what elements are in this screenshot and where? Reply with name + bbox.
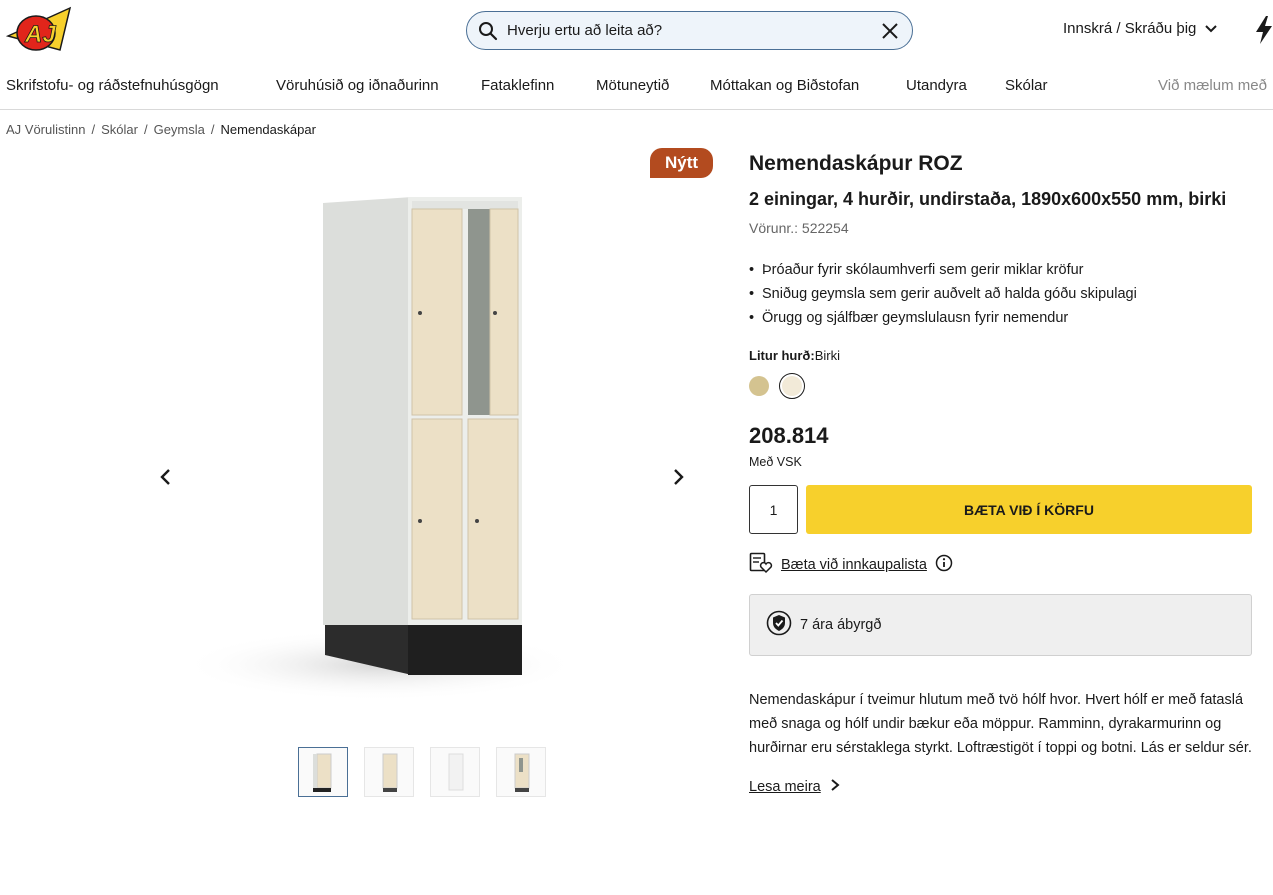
thumbnail-2[interactable] — [364, 747, 414, 797]
nav-item-recommended[interactable]: Við mælum með — [1158, 77, 1267, 94]
feature-item: Sniðug geymsla sem gerir auðvelt að hald… — [749, 282, 1252, 306]
product-price: 208.814 — [749, 423, 829, 448]
svg-text:AJ: AJ — [24, 21, 56, 48]
thumbnail-1[interactable] — [298, 747, 348, 797]
nav-item-office[interactable]: Skrifstofu- og ráðstefnuhúsgögn — [6, 77, 219, 94]
chevron-right-icon[interactable] — [829, 778, 841, 796]
login-menu[interactable]: Innskrá / Skráðu þig — [1063, 20, 1218, 37]
login-label[interactable]: Innskrá / Skráðu þig — [1063, 20, 1196, 37]
thumbnail-strip — [298, 747, 546, 797]
breadcrumb-link[interactable]: Geymsla — [154, 122, 205, 137]
list-heart-icon[interactable] — [749, 552, 773, 578]
vat-note: Með VSK — [749, 455, 802, 469]
chevron-right-icon[interactable] — [668, 467, 688, 487]
shield-check-icon — [766, 610, 792, 640]
breadcrumb: AJ Vörulistinn / Skólar / Geymsla / Neme… — [6, 122, 316, 137]
feature-item: Þróaður fyrir skólaumhverfi sem gerir mi… — [749, 258, 1252, 282]
breadcrumb-separator: / — [91, 122, 96, 137]
color-label: Litur hurð: — [749, 348, 815, 363]
add-to-list-row: Bæta við innkaupalista — [749, 552, 1252, 578]
search-bar[interactable]: Hverju ertu að leita að? — [466, 11, 913, 50]
main-nav: Skrifstofu- og ráðstefnuhúsgögn Vöruhúsi… — [0, 62, 1273, 110]
read-more-link[interactable]: Lesa meira — [749, 778, 1252, 796]
color-swatches — [749, 373, 1252, 399]
nav-item-reception[interactable]: Móttakan og Biðstofan — [710, 77, 859, 94]
thumbnail-3[interactable] — [430, 747, 480, 797]
add-to-cart-button[interactable]: BÆTA VIÐ Í KÖRFU — [806, 485, 1252, 534]
product-image[interactable] — [150, 145, 720, 737]
clear-search-icon[interactable] — [880, 21, 900, 41]
product-info: Nemendaskápur ROZ 2 einingar, 4 hurðir, … — [749, 152, 1252, 796]
nav-item-outdoor[interactable]: Utandyra — [906, 77, 967, 94]
search-icon[interactable] — [478, 21, 498, 41]
search-input[interactable]: Hverju ertu að leita að? — [507, 22, 662, 39]
feature-list: Þróaður fyrir skólaumhverfi sem gerir mi… — [749, 258, 1252, 330]
product-title: Nemendaskápur ROZ — [749, 152, 963, 175]
chevron-left-icon[interactable] — [156, 467, 176, 487]
feature-item: Örugg og sjálfbær geymslulausn fyrir nem… — [749, 306, 1252, 330]
warranty-text: 7 ára ábyrgð — [800, 617, 882, 633]
breadcrumb-current: Nemendaskápar — [220, 122, 316, 137]
new-badge: Nýtt — [650, 148, 713, 178]
header: AJ Hverju ertu að leita að? Innskrá / Sk… — [0, 0, 1273, 62]
product-sku: Vörunr.: 522254 — [749, 220, 849, 236]
breadcrumb-separator: / — [210, 122, 215, 137]
product-subtitle: 2 einingar, 4 hurðir, undirstaða, 1890x6… — [749, 189, 1227, 209]
nav-item-schools[interactable]: Skólar — [1005, 77, 1048, 94]
nav-item-canteen[interactable]: Mötuneytið — [596, 77, 669, 94]
color-value: Birki — [814, 348, 840, 363]
add-to-list-link[interactable]: Bæta við innkaupalista — [781, 557, 927, 573]
lightning-icon[interactable] — [1256, 16, 1272, 44]
color-selector-label: Litur hurð:Birki — [749, 348, 1252, 363]
chevron-down-icon[interactable] — [1204, 22, 1218, 36]
aj-logo[interactable]: AJ — [5, 6, 72, 54]
warranty-box: 7 ára ábyrgð — [749, 594, 1252, 656]
read-more-label[interactable]: Lesa meira — [749, 779, 821, 795]
breadcrumb-link[interactable]: AJ Vörulistinn — [6, 122, 85, 137]
swatch-option-2[interactable] — [779, 373, 805, 399]
buy-row: 1 BÆTA VIÐ Í KÖRFU — [749, 485, 1252, 534]
thumbnail-4[interactable] — [496, 747, 546, 797]
breadcrumb-separator: / — [143, 122, 148, 137]
product-description: Nemendaskápur í tveimur hlutum með tvö h… — [749, 692, 1252, 756]
breadcrumb-link[interactable]: Skólar — [101, 122, 138, 137]
swatch-option-1[interactable] — [749, 376, 769, 396]
nav-item-cloakroom[interactable]: Fataklefinn — [481, 77, 554, 94]
info-icon[interactable] — [935, 554, 953, 576]
nav-item-warehouse[interactable]: Vöruhúsið og iðnaðurinn — [276, 77, 439, 94]
quantity-input[interactable]: 1 — [749, 485, 798, 534]
